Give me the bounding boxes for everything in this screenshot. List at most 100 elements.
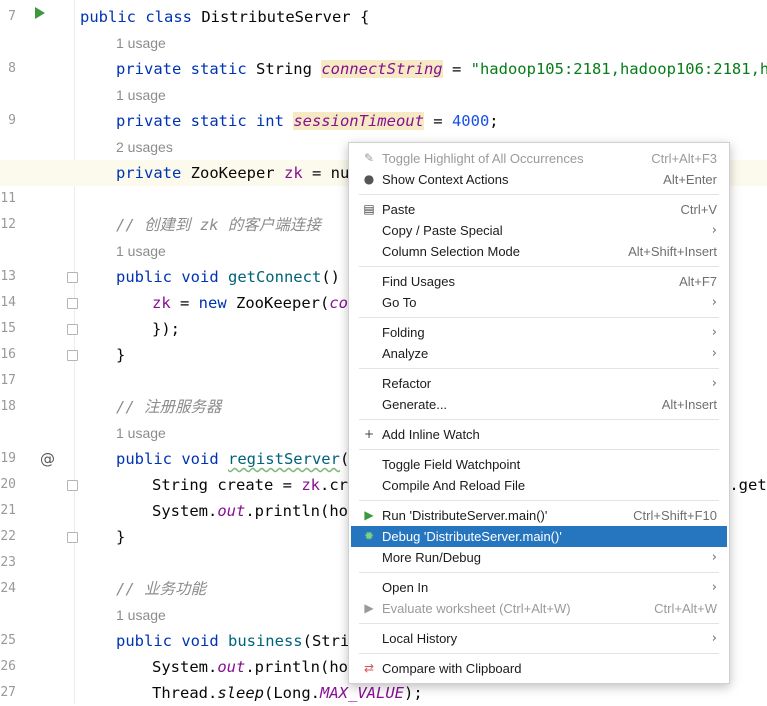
menu-item-label: Column Selection Mode <box>382 244 521 259</box>
menu-item-label: Evaluate worksheet (Ctrl+Alt+W) <box>382 601 571 616</box>
static-field: out <box>217 502 246 520</box>
menu-item-local-history[interactable]: Local History › <box>351 628 727 649</box>
method-name: registServer <box>227 450 340 468</box>
code-text: .println(hos <box>245 658 358 676</box>
usage-hint[interactable]: 1 usage <box>116 82 166 108</box>
method-name: sleep <box>217 684 264 702</box>
menu-item-label: Local History <box>382 631 458 646</box>
menu-separator <box>359 419 719 420</box>
menu-item-label: Add Inline Watch <box>382 427 480 442</box>
menu-separator <box>359 317 719 318</box>
menu-item-debug[interactable]: ✹ Debug 'DistributeServer.main()' <box>351 526 727 547</box>
menu-separator <box>359 449 719 450</box>
menu-item-evaluate-worksheet[interactable]: ▶ Evaluate worksheet (Ctrl+Alt+W) Ctrl+A… <box>351 598 727 619</box>
comment: // 创建到 zk 的客户端连接 <box>116 216 321 234</box>
submenu-arrow-icon: › <box>711 223 717 238</box>
operator: = <box>170 294 199 312</box>
debug-icon: ✹ <box>363 529 375 543</box>
menu-item-show-context-actions[interactable]: ● Show Context Actions Alt+Enter <box>351 169 727 190</box>
menu-item-column-selection[interactable]: Column Selection Mode Alt+Shift+Insert <box>351 241 727 262</box>
field-name: zk <box>283 164 303 182</box>
submenu-arrow-icon: › <box>711 325 717 340</box>
code-text: System. <box>152 658 218 676</box>
menu-item-label: Refactor <box>382 376 432 391</box>
code-text: ZooKeeper( <box>236 294 330 312</box>
submenu-arrow-icon: › <box>711 580 717 595</box>
menu-item-shortcut: Ctrl+V <box>680 202 717 217</box>
menu-item-shortcut: Alt+F7 <box>679 274 717 289</box>
menu-item-toggle-field-watchpoint[interactable]: Toggle Field Watchpoint <box>351 454 727 475</box>
code-text: .println(hos <box>245 502 358 520</box>
menu-separator <box>359 500 719 501</box>
operator: = <box>423 112 452 130</box>
menu-item-shortcut: Ctrl+Alt+F3 <box>651 151 717 166</box>
field-name: zk <box>152 294 171 312</box>
number-literal: 4000 <box>451 112 490 130</box>
menu-item-label: Open In <box>382 580 429 595</box>
menu-item-label: Go To <box>382 295 417 310</box>
menu-separator <box>359 623 719 624</box>
menu-item-label: Toggle Field Watchpoint <box>382 457 521 472</box>
menu-item-label: Copy / Paste Special <box>382 223 503 238</box>
lightbulb-icon: ● <box>363 172 375 186</box>
submenu-arrow-icon: › <box>711 346 717 361</box>
menu-item-label: Find Usages <box>382 274 455 289</box>
menu-item-run[interactable]: ▶ Run 'DistributeServer.main()' Ctrl+Shi… <box>351 505 727 526</box>
string-literal: "hadoop105:2181,hadoop106:2181,hado <box>470 60 767 78</box>
menu-item-more-run-debug[interactable]: More Run/Debug › <box>351 547 727 568</box>
usage-hint[interactable]: 1 usage <box>116 238 166 264</box>
compare-icon: ⇄ <box>363 661 375 675</box>
menu-item-shortcut: Ctrl+Shift+F10 <box>633 508 717 523</box>
keyword: public void <box>116 268 228 286</box>
run-icon: ▶ <box>364 508 374 522</box>
menu-item-folding[interactable]: Folding › <box>351 322 727 343</box>
code-line: private static String connectString = "h… <box>0 56 767 82</box>
menu-item-find-usages[interactable]: Find Usages Alt+F7 <box>351 271 727 292</box>
menu-item-compile-reload[interactable]: Compile And Reload File <box>351 475 727 496</box>
menu-item-refactor[interactable]: Refactor › <box>351 373 727 394</box>
usage-hint[interactable]: 1 usage <box>116 602 166 628</box>
field-name: zk <box>301 476 320 494</box>
menu-separator <box>359 266 719 267</box>
menu-item-label: Analyze <box>382 346 429 361</box>
menu-separator <box>359 572 719 573</box>
menu-item-open-in[interactable]: Open In › <box>351 577 727 598</box>
code-text: } <box>116 346 126 364</box>
menu-item-toggle-highlight[interactable]: ✎ Toggle Highlight of All Occurrences Ct… <box>351 148 727 169</box>
menu-item-label: Compare with Clipboard <box>382 661 522 676</box>
usage-hint[interactable]: 2 usages <box>116 134 173 160</box>
menu-item-compare-clipboard[interactable]: ⇄ Compare with Clipboard <box>351 658 727 679</box>
menu-item-label: Run 'DistributeServer.main()' <box>382 508 548 523</box>
code-text: String create = <box>152 476 302 494</box>
comment: // 业务功能 <box>116 580 206 598</box>
type-name: ZooKeeper <box>190 164 284 182</box>
keyword: public class <box>80 8 202 26</box>
code-text: Thread. <box>152 684 218 702</box>
menu-item-label: Toggle Highlight of All Occurrences <box>382 151 584 166</box>
line-number: 17 <box>0 373 16 388</box>
menu-item-label: Debug 'DistributeServer.main()' <box>382 529 562 544</box>
type-name: String <box>255 60 322 78</box>
menu-item-generate[interactable]: Generate... Alt+Insert <box>351 394 727 415</box>
static-field: out <box>217 658 246 676</box>
menu-item-shortcut: Alt+Enter <box>663 172 717 187</box>
usage-hint[interactable]: 1 usage <box>116 30 166 56</box>
keyword: private static <box>116 60 256 78</box>
menu-item-analyze[interactable]: Analyze › <box>351 343 727 364</box>
menu-item-shortcut: Ctrl+Alt+W <box>654 601 717 616</box>
menu-separator <box>359 368 719 369</box>
menu-item-label: Generate... <box>382 397 448 412</box>
menu-item-go-to[interactable]: Go To › <box>351 292 727 313</box>
submenu-arrow-icon: › <box>711 550 717 565</box>
menu-separator <box>359 194 719 195</box>
menu-item-copy-paste-special[interactable]: Copy / Paste Special › <box>351 220 727 241</box>
editor-context-menu: ✎ Toggle Highlight of All Occurrences Ct… <box>348 142 730 684</box>
keyword: private static int <box>116 112 294 130</box>
method-name: getConnect <box>227 268 322 286</box>
usage-hint[interactable]: 1 usage <box>116 420 166 446</box>
keyword: private <box>116 164 191 182</box>
code-text: (Long. <box>264 684 320 702</box>
menu-item-paste[interactable]: ▤ Paste Ctrl+V <box>351 199 727 220</box>
menu-item-add-inline-watch[interactable]: + Add Inline Watch <box>351 424 727 445</box>
class-name: DistributeServer { <box>201 8 370 26</box>
